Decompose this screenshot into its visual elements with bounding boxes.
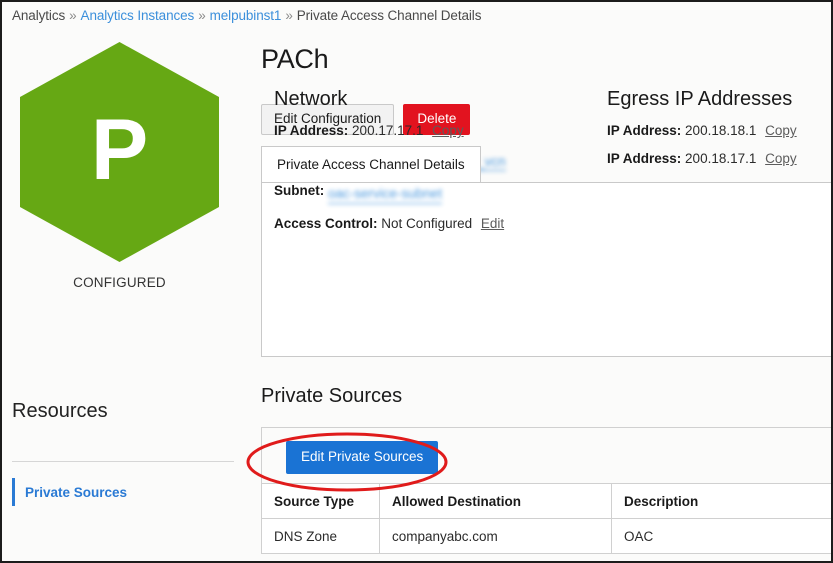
breadcrumb-item-analytics: Analytics [12,8,66,23]
main-content: PACh Edit Configuration Delete Private A… [249,30,831,561]
breadcrumb-separator: » [198,8,206,23]
access-control-edit-link[interactable]: Edit [481,216,504,231]
copy-link[interactable]: Copy [432,123,464,138]
active-indicator-bar [12,478,15,506]
egress-ip-row: IP Address: 200.18.17.1 Copy [607,151,831,167]
access-control-label: Access Control: [274,215,378,231]
egress-ip-label: IP Address: [607,151,682,167]
egress-ip-addresses-section: Egress IP Addresses IP Address: 200.18.1… [607,88,831,167]
instance-hexagon-badge: P [12,38,227,266]
egress-ip-row: IP Address: 200.18.18.1 Copy [607,123,831,139]
egress-ip-label: IP Address: [607,123,682,138]
network-heading: Network [274,88,348,110]
breadcrumb-separator: » [285,8,293,23]
breadcrumb: Analytics» Analytics Instances» melpubinst… [12,8,481,23]
tab-private-access-channel-details[interactable]: Private Access Channel Details [261,146,481,182]
sidebar-item-private-sources[interactable]: Private Sources [12,478,212,506]
subnet-link[interactable]: oac-service-subnet [328,186,443,204]
network-ip-address-value: 200.17.17.1 [352,123,424,138]
cell-description: OAC [611,518,831,554]
column-header-allowed-destination[interactable]: Allowed Destination [379,483,612,519]
edit-private-sources-button[interactable]: Edit Private Sources [286,441,439,474]
sidebar-item-label: Private Sources [25,484,128,500]
sidebar: P CONFIGURED Resources Private Sources [2,30,249,561]
page-title: PACh [261,44,329,74]
cell-source-type: DNS Zone [261,518,380,554]
copy-link[interactable]: Copy [765,151,797,166]
private-sources-table: Source Type Allowed Destination Descript… [261,483,831,554]
egress-ip-value: 200.18.17.1 [685,151,757,167]
resources-heading: Resources [12,400,108,422]
breadcrumb-item-private-access-channel-details: Private Access Channel Details [296,8,482,23]
copy-link[interactable]: Copy [765,123,797,138]
cell-allowed-destination: companyabc.com [379,518,612,554]
egress-heading: Egress IP Addresses [607,88,793,110]
column-header-source-type[interactable]: Source Type [261,483,380,519]
breadcrumb-item-analytics-instances[interactable]: Analytics Instances [81,8,195,23]
breadcrumb-item-melpubinst1[interactable]: melpubinst1 [210,8,282,23]
resources-divider [12,461,234,462]
table-header-row: Source Type Allowed Destination Descript… [261,483,831,519]
network-ip-address-row: IP Address: 200.17.17.1 Copy [274,123,584,139]
access-control-value: Not Configured [381,215,473,231]
application-window: Analytics» Analytics Instances» melpubinst… [0,0,833,563]
details-panel-underline [261,356,831,357]
column-header-description[interactable]: Description [611,483,831,519]
status-badge: CONFIGURED [73,275,166,290]
subnet-row: Subnet: oac-service-subnet [274,183,584,204]
network-ip-address-label: IP Address: [274,123,349,138]
private-sources-toolbar: Edit Private Sources [261,427,831,483]
egress-ip-value: 200.18.18.1 [685,123,757,138]
access-control-row: Access Control: Not Configured Edit [274,216,584,232]
hexagon-badge-letter: P [90,102,149,198]
table-row[interactable]: DNS Zone companyabc.com OAC [261,518,831,554]
breadcrumb-separator: » [69,8,77,23]
subnet-label: Subnet: [274,183,325,199]
private-sources-heading: Private Sources [261,385,403,407]
